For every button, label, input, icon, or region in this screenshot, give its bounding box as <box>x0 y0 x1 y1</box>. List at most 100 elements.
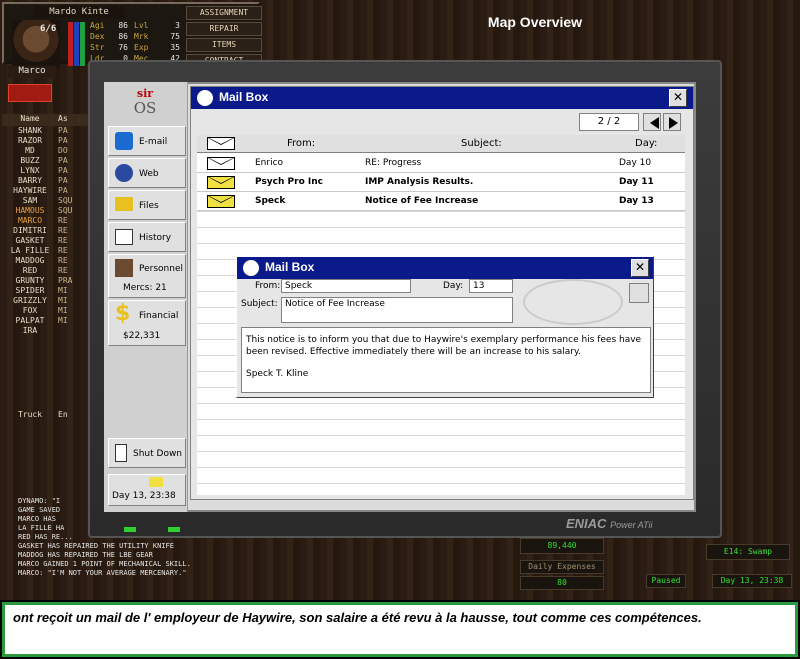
roster-row[interactable]: Sam Squ <box>2 196 102 206</box>
roster-name: Ira <box>22 326 38 335</box>
roster-row[interactable]: Red Re <box>2 266 102 276</box>
roster-row[interactable]: Grizzly Mi <box>2 296 102 306</box>
shutdown-button[interactable]: Shut Down <box>108 438 186 468</box>
action-button[interactable]: Items <box>186 38 262 52</box>
mail-day: Day 10 <box>619 158 652 168</box>
mail-from: Psych Pro Inc <box>255 177 323 187</box>
col-from[interactable]: From: <box>287 138 315 149</box>
mailbox-close-button[interactable]: ✕ <box>669 89 687 107</box>
roster-name: Gasket <box>15 236 45 245</box>
roster-name: Barry <box>17 176 43 185</box>
balance-value: 89,440 <box>520 538 604 554</box>
roster-row[interactable]: Ira <box>2 326 102 336</box>
mail-row[interactable]: Speck Notice of Fee Increase Day 13 <box>197 192 685 211</box>
dollar-icon: $ <box>115 301 131 326</box>
map-title: Map Overview <box>487 14 583 30</box>
mailbox-titlebar: Mail Box ✕ <box>191 87 693 109</box>
roster-row[interactable]: Marco Re <box>2 216 102 226</box>
roster-row[interactable]: La Fille Re <box>2 246 102 256</box>
roster-row[interactable]: Palpat Mi <box>2 316 102 326</box>
roster-row[interactable]: Razor Pa <box>2 136 102 146</box>
envelope-header-icon <box>207 137 235 150</box>
subject-label: Subject: <box>241 299 278 309</box>
roster-row[interactable]: Dimitri Re <box>2 226 102 236</box>
stat-v: 86 <box>118 21 128 30</box>
roster-row[interactable]: Haywire Pa <box>2 186 102 196</box>
day-field: 13 <box>469 279 513 293</box>
mail-row[interactable]: Enrico RE: Progress Day 10 <box>197 154 685 173</box>
action-button[interactable]: Repair <box>186 22 262 36</box>
stat-k2: Mrk <box>134 32 149 41</box>
roster-row[interactable]: Fox Mi <box>2 306 102 316</box>
paused-button[interactable]: Paused <box>646 574 686 588</box>
col-subject[interactable]: Subject: <box>461 138 502 149</box>
unread-envelope-icon <box>207 195 235 208</box>
caption-box: ont reçoit un mail de l' employeur de Ha… <box>2 602 798 657</box>
balance-amount: $22,331 <box>123 331 161 341</box>
roster-row[interactable]: MD Do <box>2 146 102 156</box>
roster-row[interactable]: Shank Pa <box>2 126 102 136</box>
stat-k2: Lvl <box>134 21 149 30</box>
stat-v: 86 <box>118 32 128 41</box>
mercs-count: Mercs: 21 <box>123 283 167 293</box>
roster-truck[interactable]: Truck En <box>2 410 68 419</box>
mailbox-title: Mail Box <box>219 90 269 104</box>
email-label: E-mail <box>139 137 168 147</box>
sidebar-financial-button[interactable]: $ Financial $22,331 <box>108 300 186 346</box>
sidebar-history-button[interactable]: History <box>108 222 186 252</box>
roster-name: Spider <box>15 286 45 295</box>
trash-icon[interactable] <box>629 283 649 303</box>
mail-folder-icon <box>149 477 163 487</box>
roster-row[interactable]: Grunty Pra <box>2 276 102 286</box>
radio-icon[interactable] <box>8 84 52 102</box>
ruled-line <box>197 483 685 484</box>
sidebar-personnel-button[interactable]: Personnel Mercs: 21 <box>108 254 186 298</box>
sidebar-email-button[interactable]: E-mail <box>108 126 186 156</box>
web-label: Web <box>139 169 159 179</box>
brand-model: Power ATii <box>610 520 653 530</box>
roster-name: Buzz <box>20 156 40 165</box>
roster-name: Fox <box>22 306 38 315</box>
eniac-brand: ENIAC Power ATii <box>566 516 696 531</box>
daily-expenses-label: Daily Expenses <box>520 560 604 574</box>
roster-row[interactable]: Barry Pa <box>2 176 102 186</box>
ruled-line <box>197 227 685 228</box>
status-panel: 89,440 Daily Expenses 80 E14: Swamp Paus… <box>516 536 800 600</box>
roster-name: La Fille <box>10 246 50 255</box>
sidebar-web-button[interactable]: Web <box>108 158 186 188</box>
roster-name: Razor <box>17 136 43 145</box>
roster-row[interactable]: Gasket Re <box>2 236 102 246</box>
merc-full-name: Mardo Kinte <box>34 6 124 18</box>
next-page-button[interactable] <box>663 113 681 131</box>
sidebar-files-button[interactable]: Files <box>108 190 186 220</box>
action-button[interactable]: Assignment <box>186 6 262 20</box>
roster-row[interactable]: Buzz Pa <box>2 156 102 166</box>
mail-subject: IMP Analysis Results. <box>365 177 474 187</box>
col-day[interactable]: Day: <box>635 138 657 149</box>
roster-row[interactable]: Maddog Re <box>2 256 102 266</box>
roster-name: Dimitri <box>13 226 47 235</box>
book-icon <box>115 229 133 245</box>
mail-globe-icon <box>197 90 213 106</box>
mail-row[interactable]: Psych Pro Inc IMP Analysis Results. Day 11 <box>197 173 685 192</box>
from-field: Speck <box>281 279 411 293</box>
postmark-stamp <box>523 279 623 325</box>
ruled-line <box>197 403 685 404</box>
ruled-line <box>197 211 685 212</box>
message-text: This notice is to inform you that due to… <box>246 335 642 357</box>
stat-v: 76 <box>118 43 128 52</box>
stat-k: Agi <box>90 21 105 30</box>
power-led <box>124 527 136 532</box>
prev-page-button[interactable] <box>643 113 661 131</box>
roster-row[interactable]: Hamous Squ <box>2 206 102 216</box>
logo-bottom: OS <box>133 99 157 117</box>
roster-row[interactable]: Spider Mi <box>2 286 102 296</box>
roster-row[interactable]: Lynx Pa <box>2 166 102 176</box>
message-close-button[interactable]: ✕ <box>631 259 649 277</box>
stat-v2: 3 <box>175 21 180 30</box>
roster-name: Haywire <box>13 186 47 195</box>
health-bar <box>68 22 73 66</box>
roster-name: Marco <box>17 216 43 225</box>
files-label: Files <box>139 201 159 211</box>
ruled-line <box>197 419 685 420</box>
